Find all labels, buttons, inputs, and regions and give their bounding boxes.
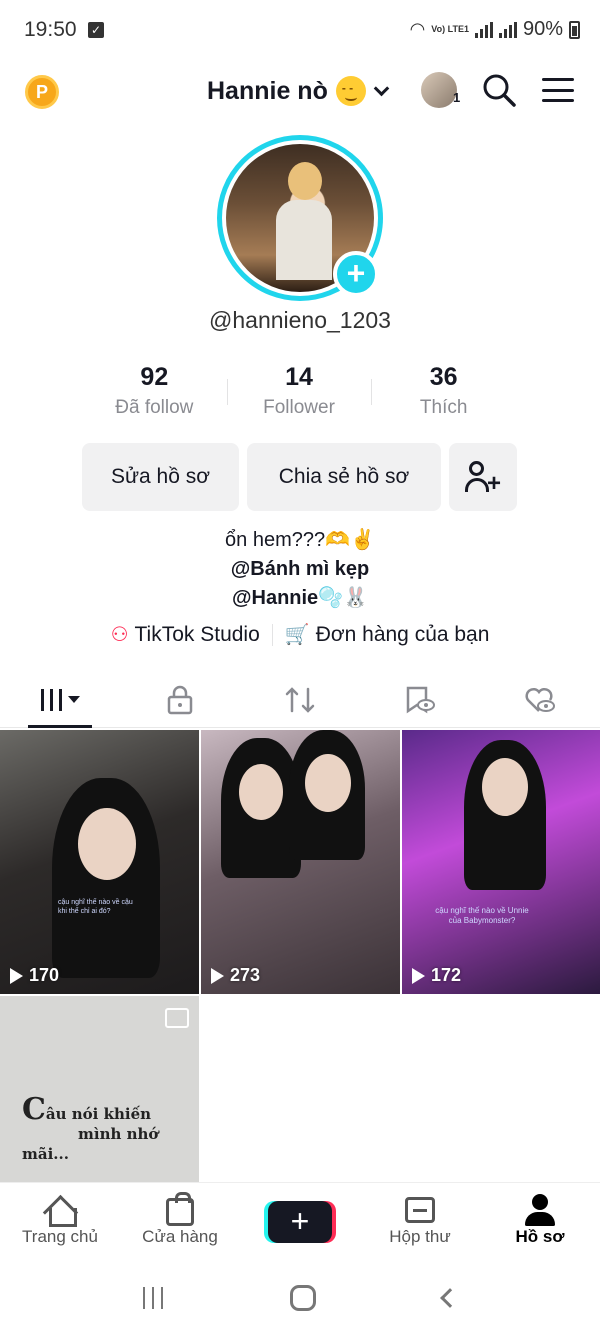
stat-likes[interactable]: 36 Thích xyxy=(371,363,516,419)
profile-icon xyxy=(525,1194,555,1226)
heart-eye-icon xyxy=(525,687,555,712)
notification-check-icon: ✓ xyxy=(88,22,104,38)
orders-link[interactable]: 🛒 Đơn hàng của bạn xyxy=(273,622,502,647)
studio-label: TikTok Studio xyxy=(134,622,260,646)
nav-profile[interactable]: Hồ sơ xyxy=(480,1183,600,1262)
stat-label: Follower xyxy=(263,397,335,418)
photo-post-text: Câu nói khiến mình nhớ mãi... xyxy=(22,1092,159,1164)
add-story-plus-icon[interactable]: + xyxy=(333,251,379,297)
nav-shop[interactable]: Cửa hàng xyxy=(120,1183,240,1262)
username-title: Hannie nò xyxy=(207,76,328,105)
nav-home[interactable]: Trang chủ xyxy=(0,1183,120,1262)
relieved-face-emoji-icon xyxy=(335,76,366,106)
nav-inbox[interactable]: Hộp thư xyxy=(360,1183,480,1262)
video-caption: cậu nghĩ thế nào về Unnie của Babymonste… xyxy=(435,906,529,925)
battery-icon xyxy=(569,20,580,39)
grid-icon xyxy=(40,688,62,711)
wifi-icon: ◠ xyxy=(409,19,426,39)
volte-icon: Vo) LTE1 xyxy=(431,24,469,34)
video-thumbnail[interactable]: cậu nghĩ thế nào về cậu khi thể chỉ ai đ… xyxy=(0,730,199,994)
bottom-navigation: Trang chủ Cửa hàng + Hộp thư Hồ sơ xyxy=(0,1182,600,1262)
play-icon xyxy=(211,967,224,984)
video-thumbnail[interactable]: 273 xyxy=(201,730,400,994)
system-navigation-bar xyxy=(0,1262,600,1333)
share-profile-button[interactable]: Chia sẻ hồ sơ xyxy=(247,443,441,511)
lock-icon xyxy=(167,685,193,714)
signal-icon xyxy=(474,21,493,38)
play-icon xyxy=(10,967,23,984)
bookmark-eye-icon xyxy=(406,686,435,713)
stat-value: 36 xyxy=(429,363,458,391)
tiktok-studio-link[interactable]: ⚇ TikTok Studio xyxy=(99,622,272,647)
status-bar: 19:50 ✓ ◠ Vo) LTE1 90% xyxy=(0,0,600,62)
profile-header: P Hannie nò 1 xyxy=(0,62,600,120)
menu-icon[interactable] xyxy=(542,78,574,102)
edit-profile-button[interactable]: Sửa hồ sơ xyxy=(82,443,239,511)
view-count: 172 xyxy=(412,965,461,986)
home-icon xyxy=(45,1196,77,1227)
status-indicators: ◠ Vo) LTE1 90% xyxy=(410,18,580,41)
add-friends-button[interactable]: + xyxy=(449,443,517,511)
nav-label: Cửa hàng xyxy=(142,1227,218,1246)
photo-post-thumbnail[interactable]: Câu nói khiến mình nhớ mãi... xyxy=(0,996,199,1182)
create-plus-icon: + xyxy=(268,1201,332,1243)
stat-label: Đã follow xyxy=(115,397,194,418)
video-caption: cậu nghĩ thế nào về cậu khi thể chỉ ai đ… xyxy=(58,899,133,915)
cart-icon: 🛒 xyxy=(284,624,310,646)
stat-value: 92 xyxy=(140,363,169,391)
nav-label: Hồ sơ xyxy=(515,1227,565,1246)
view-count: 273 xyxy=(211,965,260,986)
coin-icon[interactable]: P xyxy=(25,75,59,109)
tab-liked[interactable] xyxy=(480,672,600,727)
bio-line: ổn hem???🫶✌️ xyxy=(225,529,375,551)
bio-mention-link[interactable]: @Bánh mì kẹp xyxy=(0,555,600,584)
profile-handle: @hannieno_1203 xyxy=(209,307,391,333)
stat-label: Thích xyxy=(419,397,468,418)
orders-label: Đơn hàng của bạn xyxy=(315,622,490,646)
profile-action-buttons: Sửa hồ sơ Chia sẻ hồ sơ + xyxy=(82,443,517,511)
recent-apps-icon[interactable] xyxy=(143,1286,164,1309)
tab-videos[interactable] xyxy=(0,672,120,728)
add-person-icon: + xyxy=(465,460,501,496)
nav-create[interactable]: + xyxy=(240,1183,360,1262)
video-thumbnail[interactable]: cậu nghĩ thế nào về Unnie của Babymonste… xyxy=(402,730,600,994)
account-count-badge: 1 xyxy=(453,90,461,105)
view-count: 170 xyxy=(10,965,59,986)
play-icon xyxy=(412,967,425,984)
account-switcher[interactable]: Hannie nò xyxy=(207,76,390,106)
back-icon[interactable] xyxy=(439,1287,460,1308)
home-button-icon[interactable] xyxy=(289,1284,316,1311)
profile-links: ⚇ TikTok Studio 🛒 Đơn hàng của bạn xyxy=(0,622,600,647)
shopping-bag-icon xyxy=(166,1192,194,1226)
battery-percent: 90% xyxy=(522,18,563,40)
content-tabs xyxy=(0,672,600,728)
profile-stats: 92 Đã follow 14 Follower 36 Thích xyxy=(82,363,516,419)
switch-account-avatar[interactable] xyxy=(421,72,457,108)
caret-down-icon xyxy=(67,696,80,703)
inbox-icon xyxy=(405,1197,435,1223)
chevron-down-icon xyxy=(373,80,390,96)
tab-reposts[interactable] xyxy=(240,672,360,727)
photo-icon xyxy=(165,1008,189,1028)
bio-mention-link[interactable]: @Hannie🫧🐰 xyxy=(0,584,600,613)
status-time: 19:50 xyxy=(24,18,77,41)
stat-following[interactable]: 92 Đã follow xyxy=(82,363,227,419)
signal-icon-2 xyxy=(498,21,517,38)
repost-icon xyxy=(285,686,315,713)
stat-followers[interactable]: 14 Follower xyxy=(226,363,372,419)
search-icon[interactable] xyxy=(482,73,516,107)
profile-bio: ổn hem???🫶✌️ @Bánh mì kẹp @Hannie🫧🐰 xyxy=(0,526,600,613)
nav-label: Hộp thư xyxy=(389,1227,451,1246)
tab-saved[interactable] xyxy=(360,672,480,727)
studio-icon: ⚇ xyxy=(110,624,129,646)
tab-private[interactable] xyxy=(120,672,240,727)
stat-value: 14 xyxy=(285,363,313,391)
